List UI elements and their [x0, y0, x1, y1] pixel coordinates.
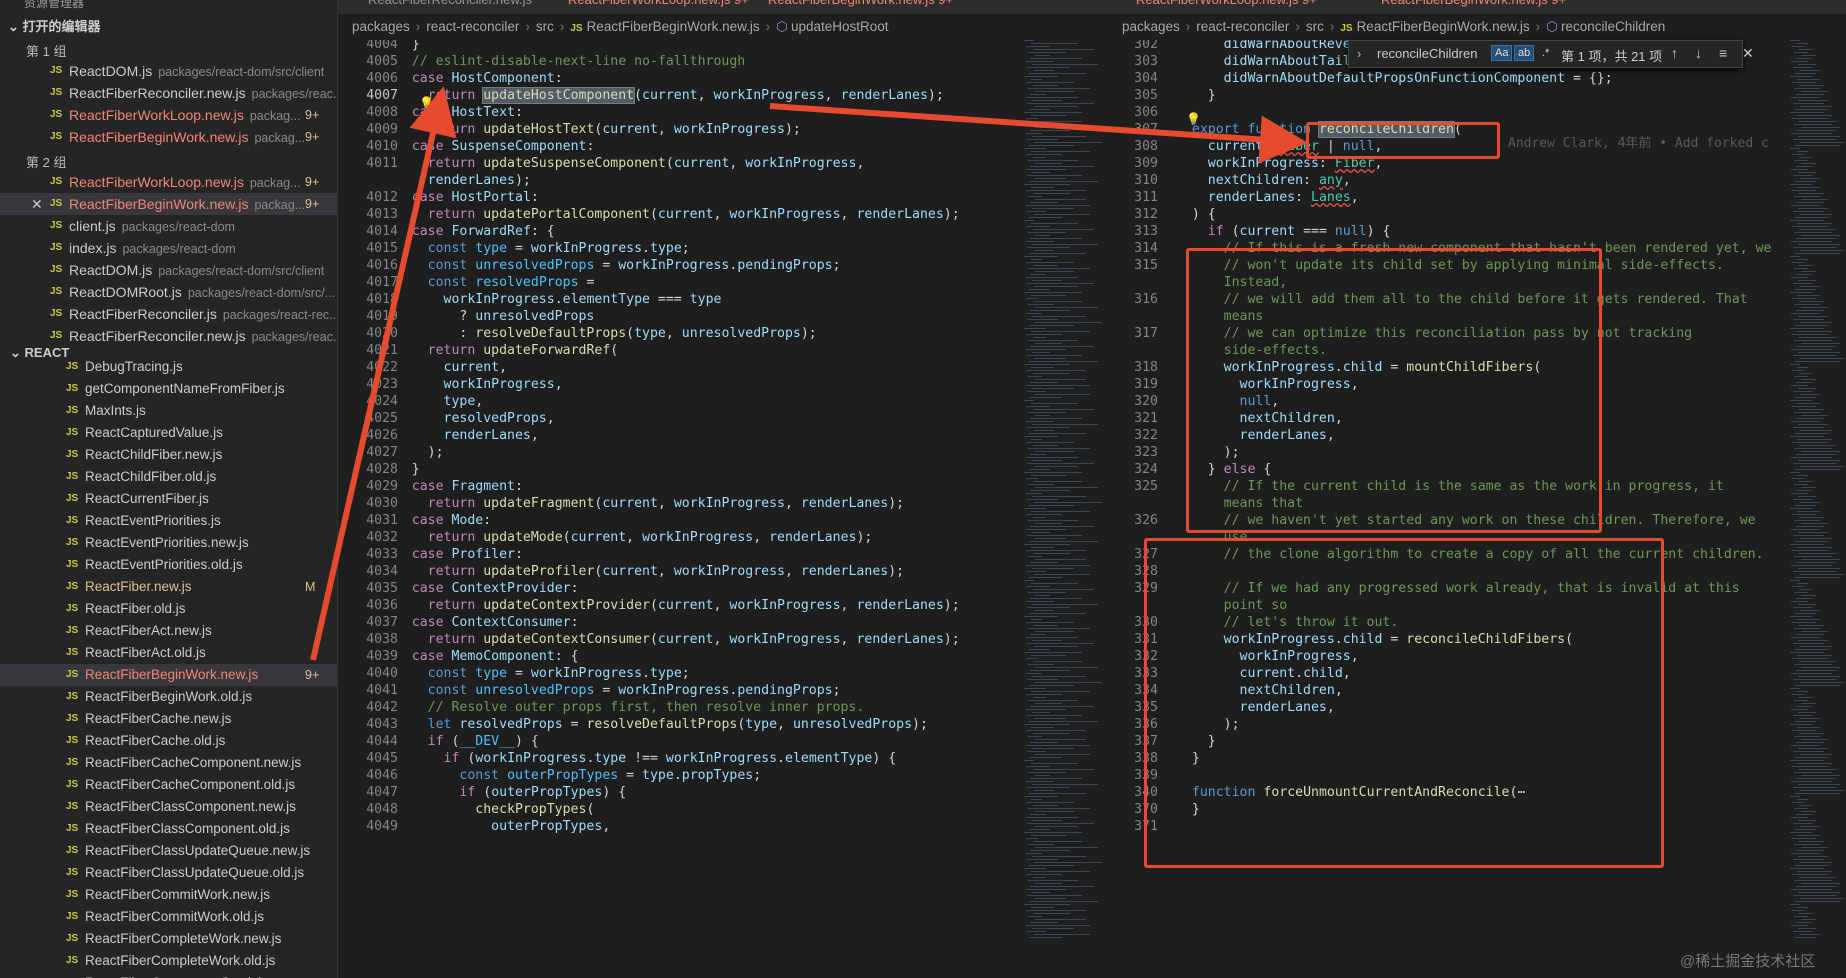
annotation-arrows	[310, 86, 1308, 661]
arrow-sidebar-to-code	[310, 86, 457, 661]
arrow-code-to-function	[769, 103, 1308, 164]
watermark: @稀土掘金技术社区	[1680, 953, 1816, 970]
